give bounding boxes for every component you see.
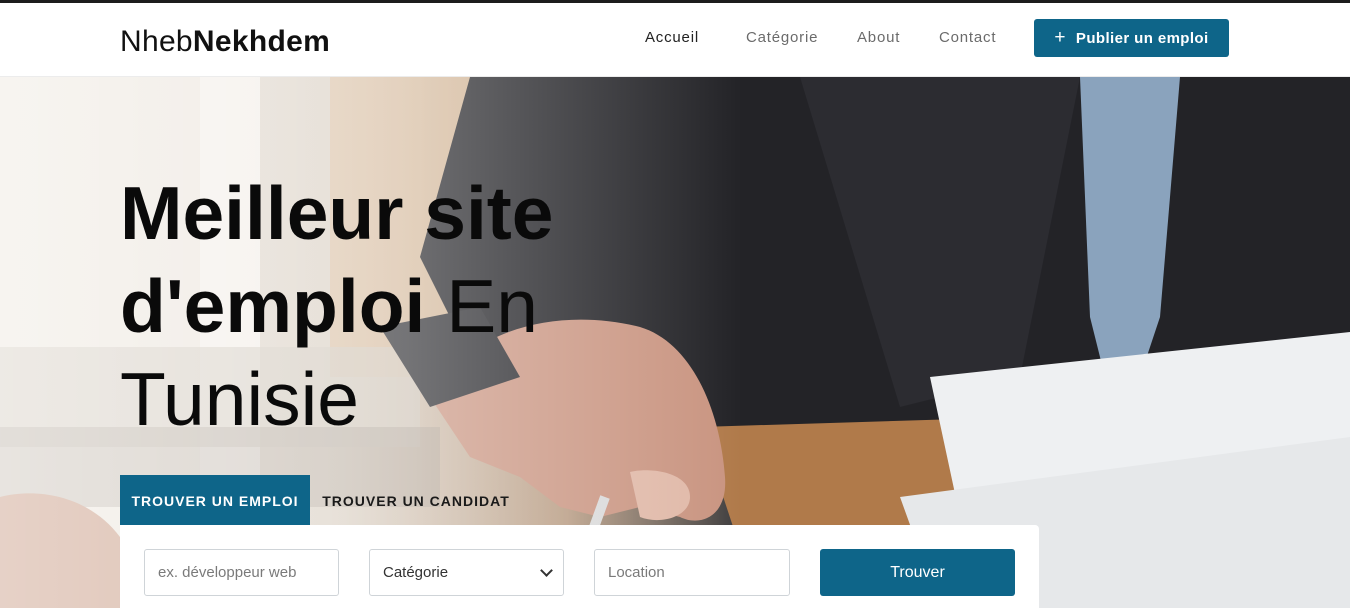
chevron-down-icon [540,563,553,577]
tab-find-candidate[interactable]: TROUVER UN CANDIDAT [310,475,522,527]
headline-bold-1: Meilleur site [120,171,554,255]
post-job-label: Publier un emploi [1075,29,1209,47]
headline-light-2: Tunisie [120,357,359,441]
nav-link-categorie[interactable]: Catégorie [746,29,818,46]
post-job-button[interactable]: + Publier un emploi [1034,19,1229,57]
nav-link-about[interactable]: About [857,29,900,46]
category-select[interactable]: Catégorie [369,549,564,596]
keyword-input[interactable]: ex. développeur web [144,549,339,596]
logo-bold-text: Nekhdem [192,25,331,58]
nav-link-accueil[interactable]: Accueil [645,29,699,46]
nav-link-contact[interactable]: Contact [939,29,996,46]
logo-light-text: Nheb [120,25,193,58]
location-input[interactable]: Location [594,549,790,596]
tab-find-job[interactable]: TROUVER UN EMPLOI [120,475,310,527]
hero-section: Meilleur site d'emploi En Tunisie TROUVE… [0,77,1350,608]
headline-bold-2: d'emploi [120,264,426,348]
hero-headline: Meilleur site d'emploi En Tunisie [120,167,640,446]
headline-light-1: En [446,264,538,348]
category-select-value: Catégorie [383,564,449,581]
search-panel: ex. développeur web Catégorie Location T… [120,525,1039,608]
page: NhebNekhdem Accueil Catégorie About Cont… [0,0,1350,608]
site-logo[interactable]: NhebNekhdem [120,25,330,59]
search-submit-button[interactable]: Trouver [820,549,1015,596]
site-header: NhebNekhdem Accueil Catégorie About Cont… [0,3,1350,77]
plus-icon: + [1054,26,1066,48]
